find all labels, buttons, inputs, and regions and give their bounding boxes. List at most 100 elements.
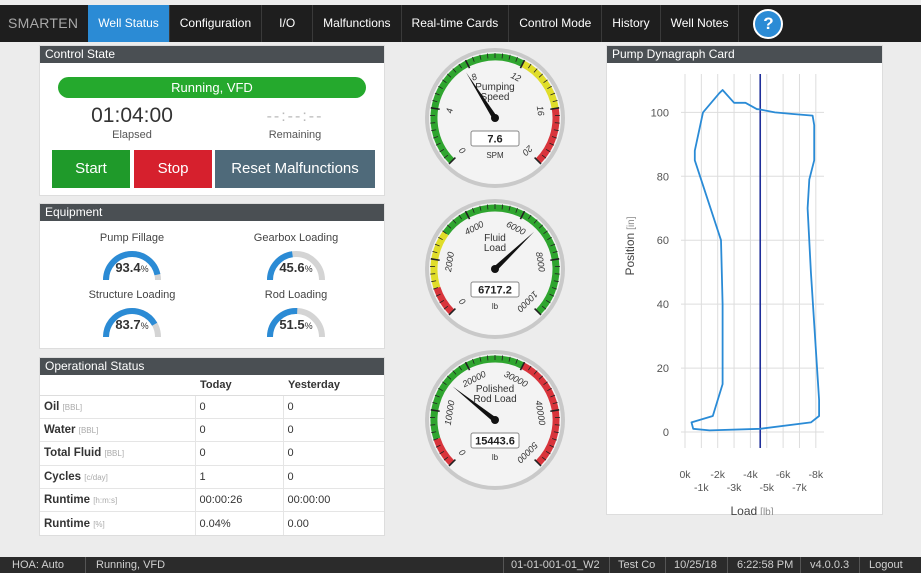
row-name: Runtime xyxy=(44,494,90,507)
today-value: 1 xyxy=(195,464,284,489)
equipment-meter: Gearbox Loading 45.6% xyxy=(216,232,376,281)
table-row: Total Fluid [BBL] 0 0 xyxy=(40,441,384,466)
yesterday-value: 0 xyxy=(283,417,384,442)
equipment-meter-label: Structure Loading xyxy=(88,289,176,301)
nav-realtime-cards[interactable]: Real-time Cards xyxy=(402,5,510,42)
row-name: Water xyxy=(44,424,76,437)
company-name: Test Co xyxy=(618,559,656,571)
y-tick-label: 0 xyxy=(663,427,669,439)
equipment-panel: Equipment Pump Fillage 93.4% Gearbox Loadi… xyxy=(39,203,385,349)
equipment-value-unit: % xyxy=(140,264,149,274)
row-label: Oil [BBL] xyxy=(40,394,196,419)
row-unit: [c/day] xyxy=(84,472,108,482)
operational-table: Today Yesterday Oil [BBL] 0 0 Water [BBL] 0 0… xyxy=(40,375,384,536)
nav-history[interactable]: History xyxy=(602,5,661,42)
table-header-blank xyxy=(40,375,195,396)
table-row: Water [BBL] 0 0 xyxy=(40,417,384,442)
yesterday-value: 0 xyxy=(283,394,384,419)
gauge-title: Rod Load xyxy=(473,394,516,405)
row-unit: [BBL] xyxy=(62,402,83,412)
table-row: Runtime [%] 0.04% 0.00 xyxy=(40,511,384,536)
row-label: Total Fluid [BBL] xyxy=(40,441,196,466)
nav-control-mode[interactable]: Control Mode xyxy=(509,5,603,42)
equipment-value-unit: % xyxy=(304,321,313,331)
x-tick-label: -2k xyxy=(710,469,725,481)
logout-link[interactable]: Logout xyxy=(869,557,903,573)
table-row: Cycles [c/day] 1 0 xyxy=(40,464,384,489)
x-tick-label: -3k xyxy=(727,482,742,494)
row-name: Total Fluid xyxy=(44,447,102,460)
table-header-yesterday: Yesterday xyxy=(283,375,384,396)
equipment-meter-value: 51.5% xyxy=(264,317,328,332)
elapsed-time: 01:04:00 xyxy=(91,104,173,127)
divider xyxy=(609,557,610,573)
nav-well-status[interactable]: Well Status xyxy=(88,5,170,42)
y-axis-label: Position xyxy=(623,233,637,276)
today-value: 0 xyxy=(195,441,284,466)
y-tick-label: 60 xyxy=(657,235,669,247)
y-tick-label: 80 xyxy=(657,171,669,183)
divider xyxy=(503,557,504,573)
yesterday-value: 0.00 xyxy=(283,511,384,536)
gauge-title: Load xyxy=(484,243,506,254)
today-value: 0 xyxy=(195,394,284,419)
operational-status-title: Operational Status xyxy=(40,358,384,375)
hoa-status: HOA: Auto xyxy=(12,559,64,571)
control-state-title: Control State xyxy=(40,46,384,63)
equipment-value-number: 93.4 xyxy=(115,260,141,275)
equipment-value-unit: % xyxy=(140,321,149,331)
y-tick-label: 100 xyxy=(651,107,669,119)
footer-run-status: Running, VFD xyxy=(96,559,166,571)
row-unit: [%] xyxy=(93,519,105,529)
gauge-value: 7.6 xyxy=(487,134,502,146)
equipment-meter: Structure Loading 83.7% xyxy=(52,289,212,338)
equipment-meter: Pump Fillage 93.4% xyxy=(52,232,212,281)
well-id: 01-01-001-01_W2 xyxy=(511,559,600,571)
reset-malfunctions-button[interactable]: Reset Malfunctions xyxy=(215,150,375,188)
remaining-label: Remaining xyxy=(268,129,322,141)
y-axis-unit: [in] xyxy=(626,216,637,230)
equipment-meter-value: 93.4% xyxy=(100,260,164,275)
y-tick-label: 20 xyxy=(657,363,669,375)
status-bar: HOA: Auto Running, VFD 01-01-001-01_W2 T… xyxy=(0,557,921,573)
equipment-value-number: 51.5 xyxy=(279,317,305,332)
equipment-value-unit: % xyxy=(304,264,313,274)
x-axis-unit: [lb] xyxy=(760,507,774,515)
gauge-tick-label: 16 xyxy=(535,105,546,116)
yesterday-value: 0 xyxy=(283,464,384,489)
gauge-value: 15443.6 xyxy=(475,436,515,448)
operational-status-panel: Operational Status Today Yesterday Oil [… xyxy=(39,357,385,536)
gauge-hub xyxy=(491,416,499,424)
table-row: Oil [BBL] 0 0 xyxy=(40,394,384,419)
row-label: Water [BBL] xyxy=(40,417,196,442)
dynagraph-title: Pump Dynagraph Card xyxy=(607,46,882,63)
gauge-unit: lb xyxy=(492,302,499,311)
control-state-panel: Control State Running, VFD 01:04:00 Elap… xyxy=(39,45,385,196)
yesterday-value: 0 xyxy=(283,441,384,466)
polished-rod-load-gauge: 01000020000 300004000050000PolishedRod Lo… xyxy=(425,350,565,490)
nav-io[interactable]: I/O xyxy=(262,5,314,42)
x-tick-label: -7k xyxy=(792,482,807,494)
row-unit: [BBL] xyxy=(78,426,99,436)
divider xyxy=(727,557,728,573)
help-icon[interactable]: ? xyxy=(753,8,784,39)
nav-malfunctions[interactable]: Malfunctions xyxy=(313,5,402,42)
row-label: Runtime [h:m:s] xyxy=(40,488,196,512)
app-version: v4.0.0.3 xyxy=(810,559,850,571)
dynagraph-panel: Pump Dynagraph Card 0 20 40 60 80 100 0k -2k -4k… xyxy=(606,45,883,515)
brand-logo: SMARTEN xyxy=(8,15,79,31)
nav-well-notes[interactable]: Well Notes xyxy=(661,5,740,42)
x-tick-label: -5k xyxy=(759,482,774,494)
footer-date: 10/25/18 xyxy=(674,559,717,571)
pumping-speed-gauge: 048 121620PumpingSpeed7.6SPM xyxy=(425,48,565,188)
today-value: 0.04% xyxy=(195,511,284,536)
row-unit: [h:m:s] xyxy=(93,496,118,506)
x-tick-label: 0k xyxy=(679,469,691,481)
x-axis-title: Load [lb] xyxy=(730,504,773,515)
start-button[interactable]: Start xyxy=(52,150,130,188)
row-label: Cycles [c/day] xyxy=(40,464,196,489)
nav-configuration[interactable]: Configuration xyxy=(170,5,263,42)
stop-button[interactable]: Stop xyxy=(134,150,212,188)
gauge-unit: SPM xyxy=(486,151,504,160)
equipment-meter-value: 45.6% xyxy=(264,260,328,275)
